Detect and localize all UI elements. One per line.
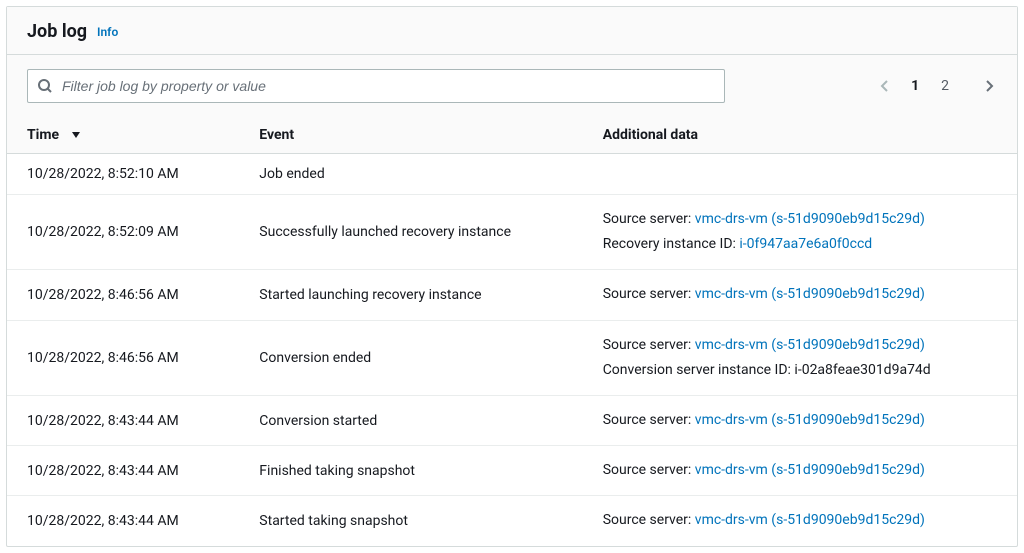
additional-link[interactable]: vmc-drs-vm (s-51d9090eb9d15c29d): [695, 412, 925, 428]
table-row: 10/28/2022, 8:46:56 AMConversion ended So…: [7, 320, 1017, 395]
cell-additional: Source server: vmc-drs-vm (s-51d9090eb9d…: [583, 270, 1017, 320]
cell-time: 10/28/2022, 8:43:44 AM: [7, 395, 239, 445]
cell-event: Finished taking snapshot: [239, 446, 582, 496]
additional-data-line: Source server: vmc-drs-vm (s-51d9090eb9d…: [603, 508, 997, 533]
filter-bar: 12: [7, 55, 1017, 117]
search-wrapper: [27, 69, 725, 103]
cell-event: Job ended: [239, 154, 582, 195]
sort-desc-icon: [71, 127, 81, 143]
additional-data-line: Source server: vmc-drs-vm (s-51d9090eb9d…: [603, 333, 997, 358]
table-row: 10/28/2022, 8:52:10 AMJob ended: [7, 154, 1017, 195]
panel-title: Job log: [27, 21, 87, 42]
additional-link[interactable]: i-0f947aa7e6a0f0ccd: [739, 236, 872, 252]
cell-event: Started taking snapshot: [239, 496, 582, 546]
additional-data-line: Source server: vmc-drs-vm (s-51d9090eb9d…: [603, 282, 997, 307]
additional-label: Source server:: [603, 412, 695, 428]
search-input[interactable]: [27, 69, 725, 103]
additional-label: Source server:: [603, 462, 695, 478]
cell-event: Successfully launched recovery instance: [239, 195, 582, 270]
info-link[interactable]: Info: [97, 25, 118, 39]
pagination: 12: [877, 78, 997, 94]
additional-data-line: Recovery instance ID: i-0f947aa7e6a0f0cc…: [603, 232, 997, 257]
panel-header: Job log Info: [7, 7, 1017, 55]
cell-additional: Source server: vmc-drs-vm (s-51d9090eb9d…: [583, 395, 1017, 445]
additional-link[interactable]: vmc-drs-vm (s-51d9090eb9d15c29d): [695, 286, 925, 302]
cell-time: 10/28/2022, 8:43:44 AM: [7, 446, 239, 496]
job-log-table: Time Event Additional data 10/28/2022, 8…: [7, 117, 1017, 546]
additional-label: Source server:: [603, 512, 695, 528]
col-header-time[interactable]: Time: [7, 117, 239, 154]
cell-additional: [583, 154, 1017, 195]
job-log-panel: Job log Info 12: [6, 6, 1018, 547]
page-number[interactable]: 1: [907, 76, 923, 96]
additional-link[interactable]: vmc-drs-vm (s-51d9090eb9d15c29d): [695, 211, 925, 227]
additional-label: Source server:: [603, 211, 695, 227]
additional-label: Source server:: [603, 286, 695, 302]
page-number[interactable]: 2: [937, 76, 953, 96]
cell-time: 10/28/2022, 8:52:09 AM: [7, 195, 239, 270]
cell-additional: Source server: vmc-drs-vm (s-51d9090eb9d…: [583, 195, 1017, 270]
cell-time: 10/28/2022, 8:46:56 AM: [7, 320, 239, 395]
additional-link[interactable]: vmc-drs-vm (s-51d9090eb9d15c29d): [695, 512, 925, 528]
cell-additional: Source server: vmc-drs-vm (s-51d9090eb9d…: [583, 446, 1017, 496]
cell-additional: Source server: vmc-drs-vm (s-51d9090eb9d…: [583, 496, 1017, 546]
additional-data-line: Source server: vmc-drs-vm (s-51d9090eb9d…: [603, 207, 997, 232]
additional-label: Conversion server instance ID:: [603, 362, 795, 378]
table-row: 10/28/2022, 8:43:44 AMConversion started…: [7, 395, 1017, 445]
additional-data-line: Conversion server instance ID: i-02a8fea…: [603, 358, 997, 383]
col-header-event[interactable]: Event: [239, 117, 582, 154]
cell-event: Started launching recovery instance: [239, 270, 582, 320]
additional-data-line: Source server: vmc-drs-vm (s-51d9090eb9d…: [603, 408, 997, 433]
cell-time: 10/28/2022, 8:46:56 AM: [7, 270, 239, 320]
cell-event: Conversion ended: [239, 320, 582, 395]
additional-value: i-02a8feae301d9a74d: [794, 362, 930, 378]
additional-label: Recovery instance ID:: [603, 236, 740, 252]
cell-additional: Source server: vmc-drs-vm (s-51d9090eb9d…: [583, 320, 1017, 395]
cell-time: 10/28/2022, 8:52:10 AM: [7, 154, 239, 195]
cell-event: Conversion started: [239, 395, 582, 445]
additional-link[interactable]: vmc-drs-vm (s-51d9090eb9d15c29d): [695, 337, 925, 353]
table-row: 10/28/2022, 8:43:44 AMFinished taking sn…: [7, 446, 1017, 496]
additional-link[interactable]: vmc-drs-vm (s-51d9090eb9d15c29d): [695, 462, 925, 478]
table-row: 10/28/2022, 8:43:44 AMStarted taking sna…: [7, 496, 1017, 546]
page-prev-button[interactable]: [877, 78, 893, 94]
additional-data-line: Source server: vmc-drs-vm (s-51d9090eb9d…: [603, 458, 997, 483]
search-icon: [37, 78, 53, 94]
table-row: 10/28/2022, 8:46:56 AMStarted launching …: [7, 270, 1017, 320]
additional-label: Source server:: [603, 337, 695, 353]
col-header-additional[interactable]: Additional data: [583, 117, 1017, 154]
cell-time: 10/28/2022, 8:43:44 AM: [7, 496, 239, 546]
table-row: 10/28/2022, 8:52:09 AMSuccessfully launc…: [7, 195, 1017, 270]
page-next-button[interactable]: [981, 78, 997, 94]
